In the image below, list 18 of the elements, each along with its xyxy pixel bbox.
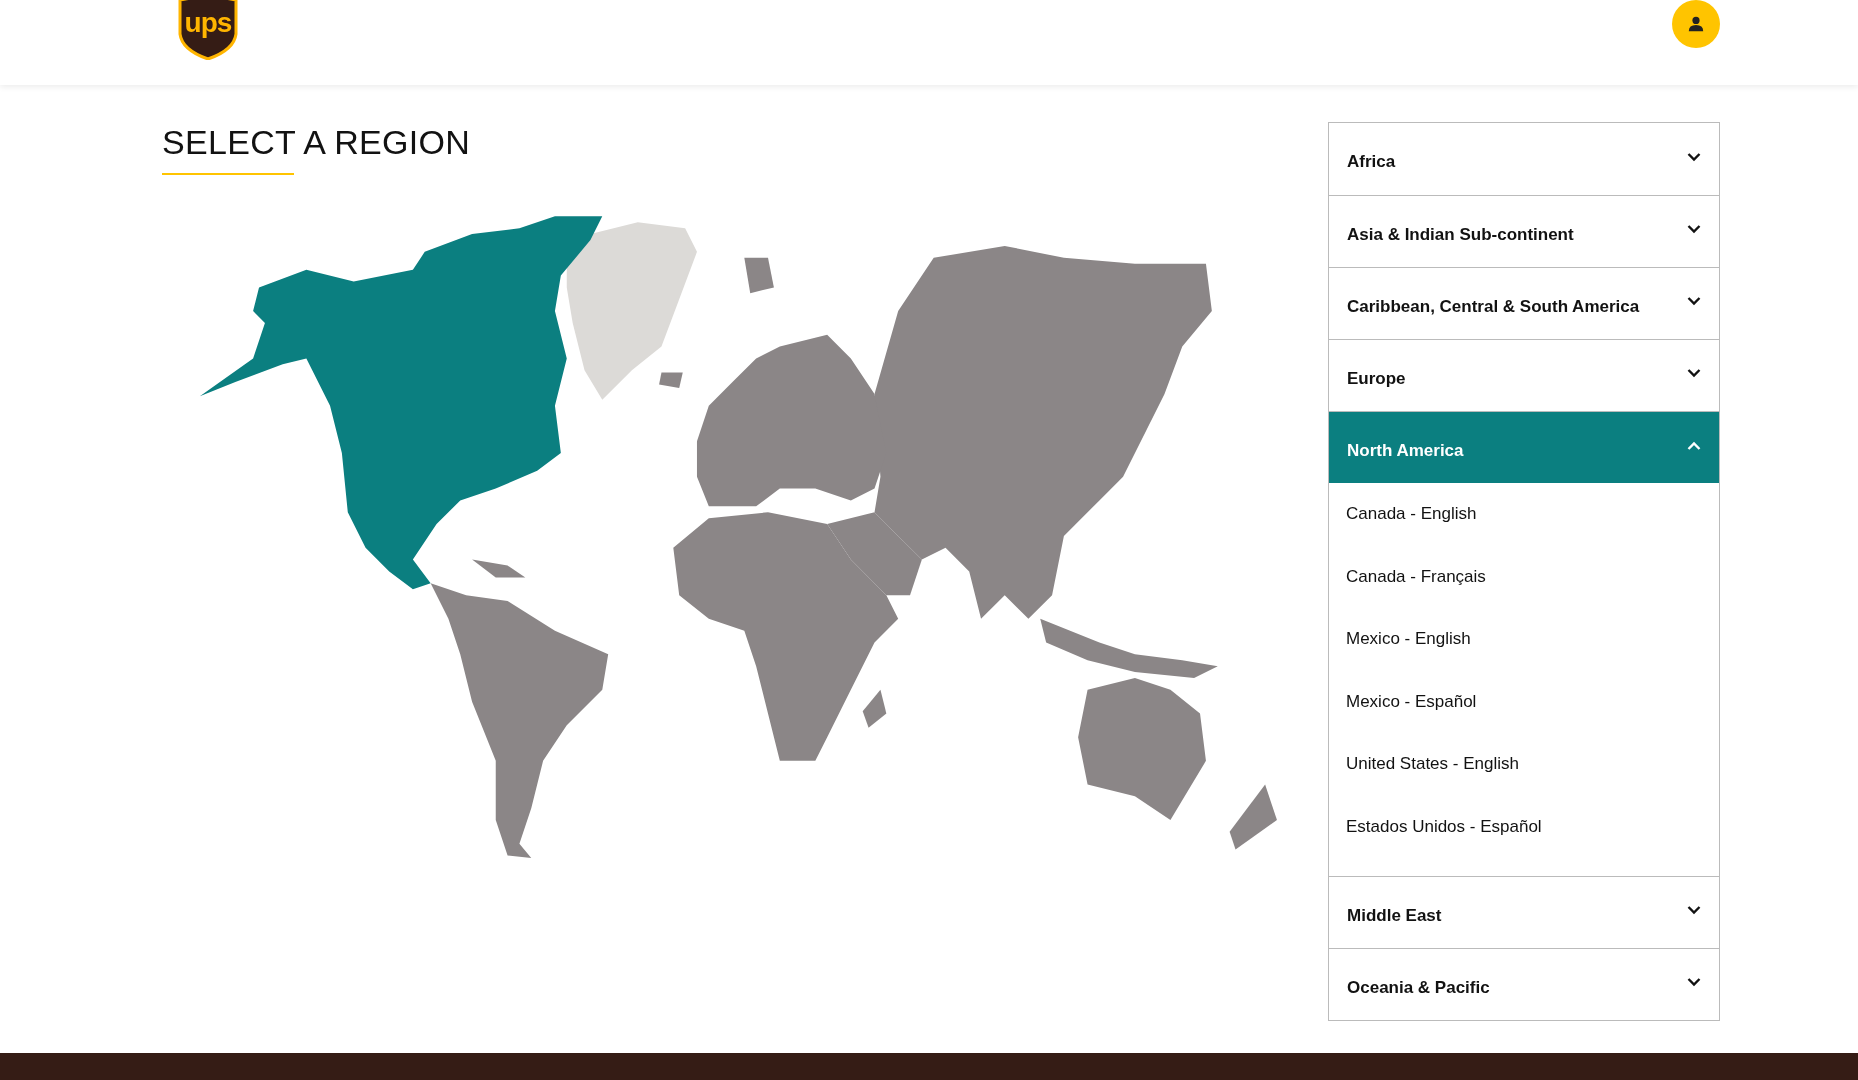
country-link[interactable]: Mexico - Español <box>1329 670 1719 733</box>
chevron-down-icon <box>1687 978 1701 987</box>
chevron-down-icon <box>1687 152 1701 162</box>
ups-logo[interactable]: ups <box>178 0 238 60</box>
chevron-down-icon <box>1687 297 1701 306</box>
chevron-up-icon <box>1687 441 1701 450</box>
region-header[interactable]: North America <box>1329 411 1719 483</box>
country-link[interactable]: United States - English <box>1329 733 1719 796</box>
country-link[interactable]: Mexico - English <box>1329 608 1719 671</box>
country-link[interactable]: Canada - Français <box>1329 545 1719 608</box>
country-link[interactable]: Canada - English <box>1329 483 1719 546</box>
chevron-down-icon <box>1687 906 1701 915</box>
chevron-down-icon <box>1687 225 1701 234</box>
page-title: SELECT A REGION <box>162 122 471 162</box>
account-button[interactable] <box>1672 0 1720 48</box>
country-link[interactable]: Estados Unidos - Español <box>1329 795 1719 858</box>
chevron-down-icon <box>1687 369 1701 378</box>
user-icon <box>1687 15 1705 33</box>
